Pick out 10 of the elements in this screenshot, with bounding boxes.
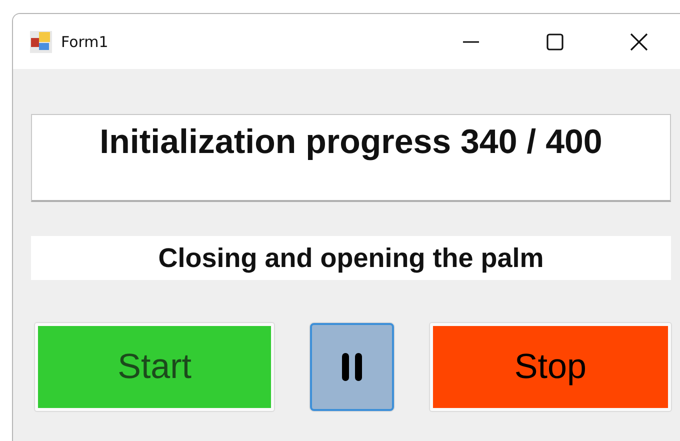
- app-icon: [29, 30, 53, 54]
- pause-icon: [341, 352, 363, 382]
- action-button[interactable]: Stop: [430, 323, 671, 411]
- minimize-icon: [463, 40, 479, 42]
- pause-button[interactable]: [310, 323, 394, 411]
- close-icon: [629, 32, 649, 52]
- status-label: Closing and opening the palm: [31, 236, 671, 280]
- progress-text-field[interactable]: Initialization progress 340 / 400: [31, 114, 671, 202]
- window-title: Form1: [61, 32, 110, 50]
- maximize-icon: [545, 32, 565, 52]
